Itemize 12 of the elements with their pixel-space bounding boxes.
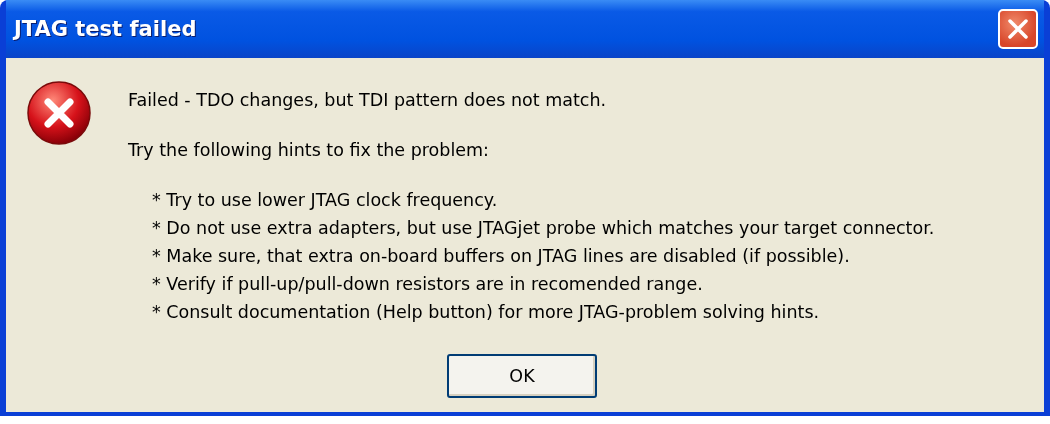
- hint-line: * Make sure, that extra on-board buffers on JTAG lines are disabled (if possible).: [152, 245, 851, 268]
- window-title: JTAG test failed: [14, 17, 197, 41]
- hint-line: * Verify if pull-up/pull-down resistors are in recomended range.: [152, 273, 704, 296]
- error-icon: [26, 80, 92, 146]
- close-button[interactable]: [998, 9, 1038, 49]
- hint-line: * Try to use lower JTAG clock frequency.: [152, 189, 499, 212]
- hint-line: * Do not use extra adapters, but use JTAGjet probe which matches your target connector.: [152, 217, 935, 240]
- hint-intro: Try the following hints to fix the problem:: [128, 139, 490, 162]
- ok-button[interactable]: OK: [447, 354, 597, 398]
- error-message: Failed - TDO changes, but TDI pattern does not match.: [128, 89, 608, 112]
- close-icon: [1006, 17, 1030, 41]
- hint-line: * Consult documentation (Help button) for more JTAG-problem solving hints.: [152, 301, 821, 324]
